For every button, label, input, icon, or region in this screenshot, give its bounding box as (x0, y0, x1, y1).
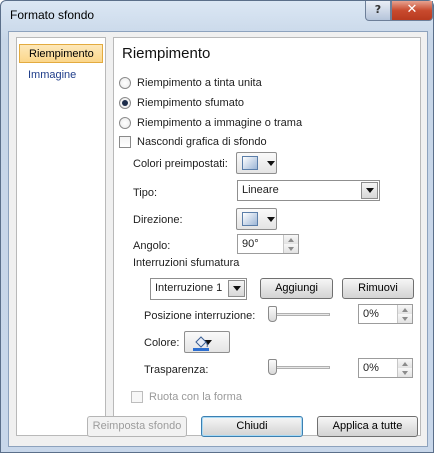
radio-gradient-fill[interactable]: Riempimento sfumato (119, 95, 244, 110)
nav-item-immagine[interactable]: Immagine (19, 66, 103, 85)
stop-position-value[interactable]: 0% (363, 308, 379, 320)
radio-solid-fill[interactable]: Riempimento a tinta unita (119, 75, 262, 90)
nav-item-riempimento[interactable]: Riempimento (19, 44, 103, 63)
paint-bucket-icon (193, 336, 209, 351)
chevron-down-icon (267, 216, 275, 222)
apply-to-all-button[interactable]: Applica a tutte (317, 416, 418, 437)
angle-spinner[interactable]: 90° (237, 234, 299, 254)
angle-value[interactable]: 90° (242, 238, 259, 250)
category-list: Riempimento Immagine (16, 37, 106, 436)
gradient-stop-value: Interruzione 1 (155, 282, 223, 294)
direction-swatch-icon (242, 212, 258, 226)
transparency-value[interactable]: 0% (363, 362, 379, 374)
transparency-slider[interactable] (268, 366, 330, 369)
chevron-down-icon[interactable] (361, 182, 378, 199)
preset-colors-label: Colori preimpostati: (133, 158, 228, 170)
direction-label: Direzione: (133, 214, 183, 226)
window-title: Formato sfondo (10, 8, 95, 22)
gradient-stops-label: Interruzioni sfumatura (133, 257, 240, 269)
dialog-window: Formato sfondo ? ✕ Riempimento Immagine … (0, 0, 434, 453)
spin-up-icon[interactable] (283, 235, 298, 244)
preset-colors-picker[interactable] (236, 152, 277, 174)
fill-settings-panel: Riempimento Riempimento a tinta unita Ri… (113, 37, 421, 436)
close-window-button[interactable]: ✕ (391, 1, 433, 21)
chevron-down-icon (267, 160, 275, 166)
radio-picture-fill[interactable]: Riempimento a immagine o trama (119, 115, 302, 130)
close-button[interactable]: Chiudi (201, 416, 303, 437)
radio-label: Riempimento a tinta unita (137, 76, 262, 89)
dialog-body: Riempimento Immagine Riempimento Riempim… (8, 31, 428, 447)
stop-position-spinner[interactable]: 0% (358, 304, 413, 324)
radio-button[interactable] (119, 76, 131, 89)
transparency-thumb[interactable] (268, 359, 277, 375)
spin-up-icon[interactable] (397, 359, 412, 368)
spin-down-icon[interactable] (397, 314, 412, 323)
spin-down-icon[interactable] (283, 244, 298, 253)
title-bar[interactable]: Formato sfondo ? ✕ (1, 1, 433, 31)
gradient-stop-select[interactable]: Interruzione 1 (150, 278, 247, 300)
radio-label: Riempimento a immagine o trama (137, 116, 303, 129)
gradient-swatch-icon (242, 156, 258, 170)
type-select[interactable]: Lineare (237, 180, 380, 201)
stop-position-label: Posizione interruzione: (144, 310, 256, 322)
stop-position-thumb[interactable] (268, 306, 277, 322)
checkbox-label: Ruota con la forma (149, 390, 242, 403)
color-label: Colore: (144, 337, 180, 349)
help-button[interactable]: ? (365, 1, 391, 21)
color-picker[interactable] (184, 331, 230, 353)
radio-button[interactable] (119, 96, 131, 109)
panel-heading: Riempimento (122, 45, 211, 62)
checkbox (131, 390, 143, 403)
type-select-value: Lineare (242, 184, 279, 196)
rotate-with-shape: Ruota con la forma (131, 389, 242, 404)
transparency-label: Trasparenza: (144, 364, 209, 376)
stop-position-slider[interactable] (268, 313, 330, 316)
transparency-spinner[interactable]: 0% (358, 358, 413, 378)
spin-down-icon[interactable] (397, 368, 412, 377)
radio-button[interactable] (119, 116, 131, 129)
type-label: Tipo: (133, 187, 158, 199)
spin-up-icon[interactable] (397, 305, 412, 314)
angle-label: Angolo: (133, 240, 171, 252)
reset-background-button: Reimposta sfondo (87, 416, 187, 437)
add-stop-button[interactable]: Aggiungi (260, 278, 333, 299)
direction-picker[interactable] (236, 208, 277, 230)
remove-stop-button[interactable]: Rimuovi (342, 278, 414, 299)
checkbox-label: Nascondi grafica di sfondo (137, 135, 267, 148)
checkbox[interactable] (119, 135, 131, 148)
hide-background-graphics[interactable]: Nascondi grafica di sfondo (119, 134, 267, 149)
radio-label: Riempimento sfumato (137, 96, 244, 109)
chevron-down-icon[interactable] (228, 280, 245, 297)
